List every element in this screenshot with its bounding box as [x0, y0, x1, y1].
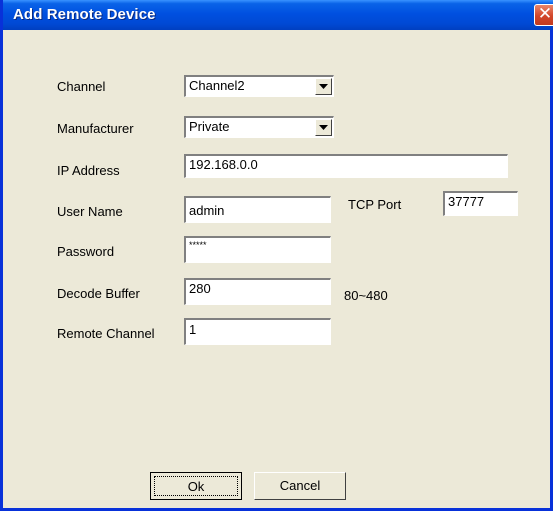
manufacturer-select-value: Private — [189, 119, 230, 134]
decode-buffer-range: 80~480 — [344, 288, 388, 303]
tcp-port-label: TCP Port — [348, 197, 402, 212]
password-field[interactable]: ***** — [184, 236, 331, 263]
manufacturer-select[interactable]: Private — [184, 116, 334, 138]
channel-label: Channel — [57, 79, 106, 94]
ok-button[interactable]: Ok — [150, 472, 242, 500]
cancel-button[interactable]: Cancel — [254, 472, 346, 500]
remote-channel-field[interactable]: 1 — [184, 318, 331, 345]
chevron-down-icon — [319, 84, 328, 89]
password-label: Password — [57, 244, 115, 259]
chevron-down-icon — [319, 125, 328, 130]
channel-select[interactable]: Channel2 — [184, 75, 334, 97]
decode-buffer-field[interactable]: 280 — [184, 278, 331, 305]
channel-dropdown-button[interactable] — [315, 78, 332, 95]
ip-address-label: IP Address — [57, 163, 120, 178]
manufacturer-label: Manufacturer — [57, 121, 134, 136]
tcp-port-field[interactable]: 37777 — [443, 191, 518, 216]
user-name-field[interactable]: admin — [184, 196, 331, 223]
user-name-label: User Name — [57, 204, 123, 219]
manufacturer-dropdown-button[interactable] — [315, 119, 332, 136]
add-remote-device-dialog: Add Remote Device ✕ Channel Channel2 Man… — [0, 0, 553, 511]
window-title: Add Remote Device — [13, 6, 156, 23]
ok-button-label: Ok — [154, 476, 238, 496]
channel-select-value: Channel2 — [189, 78, 245, 93]
close-button[interactable]: ✕ — [534, 4, 553, 26]
ip-address-field[interactable]: 192.168.0.0 — [184, 154, 508, 178]
decode-buffer-label: Decode Buffer — [57, 286, 140, 301]
title-bar[interactable]: Add Remote Device ✕ — [3, 0, 553, 30]
remote-channel-label: Remote Channel — [57, 326, 155, 341]
close-icon: ✕ — [537, 4, 553, 24]
